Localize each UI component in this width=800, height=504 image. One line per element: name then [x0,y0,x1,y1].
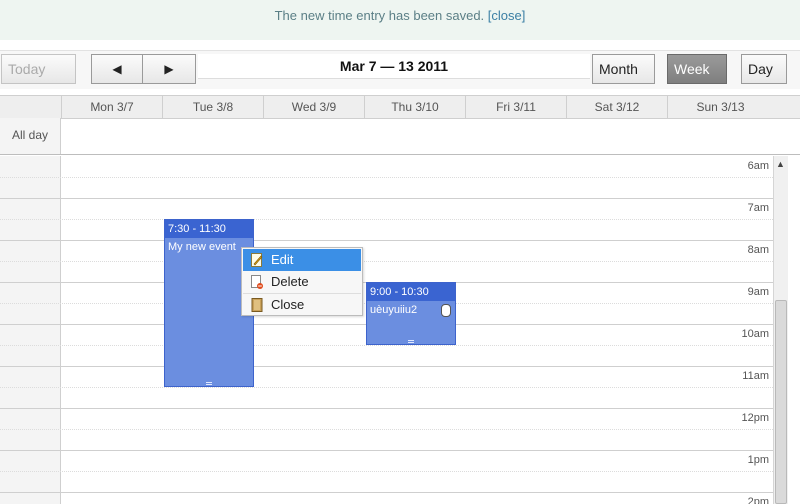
time-label: 11am [742,370,769,382]
menu-item-edit[interactable]: Edit [243,249,361,271]
all-day-row: All day [0,118,800,155]
day-header-row: Mon 3/7 Tue 3/8 Wed 3/9 Thu 3/10 Fri 3/1… [0,95,800,119]
close-icon [251,298,263,312]
day-header[interactable]: Tue 3/8 [162,96,263,118]
hour-line [0,450,773,451]
half-hour-line [0,261,773,262]
day-view-button[interactable]: Day [741,54,787,84]
month-view-button[interactable]: Month [592,54,655,84]
event-time: 7:30 - 11:30 [165,220,253,238]
time-label: 2pm [747,496,769,504]
menu-item-delete[interactable]: Delete [243,271,361,293]
menu-item-label: Edit [271,252,294,267]
all-day-cells[interactable] [61,118,773,154]
half-hour-line [0,387,773,388]
time-label: 8am [747,244,769,256]
resize-grip-icon[interactable] [408,340,414,343]
prev-week-button[interactable]: ◀ [91,54,143,84]
day-header[interactable]: Thu 3/10 [364,96,465,118]
hour-line [0,240,773,241]
time-label: 7am [747,202,769,214]
all-day-label: All day [0,118,61,154]
scrollbar-thumb[interactable] [775,300,787,504]
edit-icon [251,253,263,267]
menu-item-label: Close [271,297,305,312]
half-hour-line [0,219,773,220]
day-header[interactable]: Wed 3/9 [263,96,364,118]
half-hour-line [0,429,773,430]
delete-icon [251,275,263,289]
time-label: 12pm [741,412,769,424]
resize-grip-icon[interactable] [206,382,212,385]
week-view-button[interactable]: Week [667,54,727,84]
hour-line [0,492,773,493]
date-range-title: Mar 7 — 13 2011 [198,54,590,79]
menu-item-close[interactable]: Close [243,294,361,316]
flash-close-link[interactable]: [close] [488,8,526,23]
hour-line [0,366,773,367]
calendar-event[interactable]: 9:00 - 10:30 uèuyuiiu2 [366,282,456,345]
arrow-right-icon: ▶ [164,62,174,76]
day-header[interactable]: Fri 3/11 [465,96,566,118]
day-header[interactable]: Sat 3/12 [566,96,667,118]
time-label: 10am [741,328,769,340]
event-time: 9:00 - 10:30 [367,283,455,301]
event-context-menu: Edit Delete Close [241,247,363,316]
time-label: 6am [747,160,769,172]
time-label: 9am [747,286,769,298]
calendar-toolbar: Today ◀ ▶ Mar 7 — 13 2011 Month Week Day [0,50,800,89]
next-week-button[interactable]: ▶ [142,54,196,84]
menu-item-label: Delete [271,274,309,289]
today-button[interactable]: Today [1,54,76,84]
half-hour-line [0,345,773,346]
arrow-left-icon: ◀ [112,62,122,76]
day-header[interactable]: Sun 3/13 [667,96,773,118]
time-label: 1pm [747,454,769,466]
hour-line [0,198,773,199]
event-title: My new event [168,241,236,253]
vertical-scrollbar[interactable]: ▲ [773,156,788,504]
time-column [0,156,61,504]
day-header[interactable]: Mon 3/7 [61,96,162,118]
scroll-up-icon[interactable]: ▲ [776,159,785,169]
flash-message: The new time entry has been saved. [clos… [0,0,800,40]
half-hour-line [0,177,773,178]
mouse-icon [441,304,451,317]
flash-text: The new time entry has been saved. [274,8,485,23]
hour-line [0,408,773,409]
half-hour-line [0,471,773,472]
